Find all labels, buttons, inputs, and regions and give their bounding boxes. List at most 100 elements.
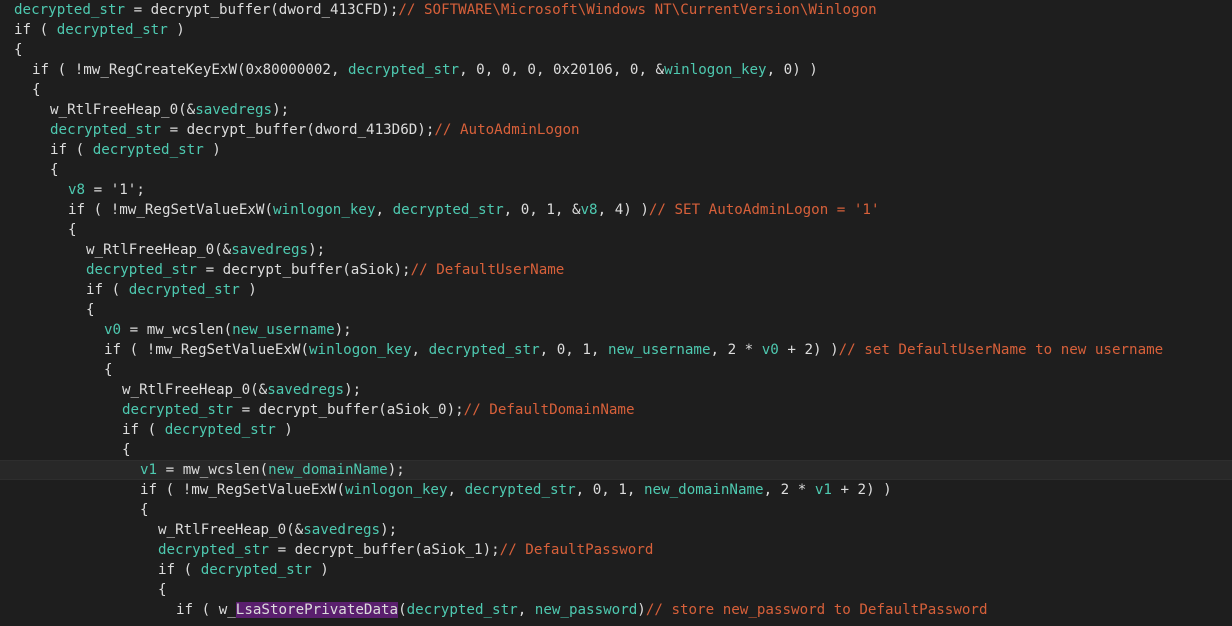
code-identifier: decrypted_str [92, 142, 204, 158]
code-editor[interactable]: decrypted_str = decrypt_buffer(dword_413… [0, 0, 1232, 626]
code-identifier: v1 [814, 482, 832, 498]
code-line[interactable]: if ( !mw_RegSetValueExW(winlogon_key, de… [0, 480, 1232, 500]
code-identifier: decrypted_str [164, 422, 276, 438]
code-identifier: decrypted_str [428, 342, 540, 358]
code-text: { [50, 162, 59, 178]
code-text: ); [344, 382, 362, 398]
code-identifier: decrypted_str [86, 262, 198, 278]
code-identifier: decrypted_str [56, 22, 168, 38]
code-identifier: decrypted_str [14, 2, 126, 18]
code-text: ); [380, 522, 398, 538]
code-line[interactable]: { [0, 160, 1232, 180]
code-text: if ( [158, 562, 201, 578]
code-line[interactable]: v1 = mw_wcslen(new_domainName); [0, 460, 1232, 480]
code-identifier: decrypted_str [200, 562, 312, 578]
code-text: w_RtlFreeHeap_0(& [50, 102, 196, 118]
code-line[interactable]: if ( decrypted_str ) [0, 280, 1232, 300]
code-line[interactable]: if ( !mw_RegSetValueExW(winlogon_key, de… [0, 340, 1232, 360]
code-text: { [140, 502, 149, 518]
code-line[interactable]: if ( !mw_RegCreateKeyExW(0x80000002, dec… [0, 60, 1232, 80]
code-text: , 0, 1, [539, 342, 608, 358]
code-text: ) [239, 282, 257, 298]
code-identifier: decrypted_str [348, 62, 460, 78]
code-text: { [14, 42, 23, 58]
code-text: w_RtlFreeHeap_0(& [122, 382, 268, 398]
code-line[interactable]: if ( decrypted_str ) [0, 560, 1232, 580]
code-text: if ( !mw_RegSetValueExW( [104, 342, 309, 358]
code-identifier: decrypted_str [158, 542, 270, 558]
code-line[interactable]: { [0, 40, 1232, 60]
code-identifier: savedregs [231, 242, 309, 258]
code-text: ( [398, 602, 407, 618]
code-text: + 2) ) [831, 482, 892, 498]
code-line[interactable]: { [0, 80, 1232, 100]
code-text: , [517, 602, 535, 618]
code-line[interactable]: decrypted_str = decrypt_buffer(aSiok_1);… [0, 540, 1232, 560]
code-line[interactable]: w_RtlFreeHeap_0(&savedregs); [0, 240, 1232, 260]
code-line[interactable]: decrypted_str = decrypt_buffer(aSiok_0);… [0, 400, 1232, 420]
code-text: if ( [86, 282, 129, 298]
code-text: , 0, 1, [575, 482, 644, 498]
code-comment: // DefaultPassword [499, 542, 654, 558]
code-line[interactable]: { [0, 220, 1232, 240]
code-line[interactable]: { [0, 360, 1232, 380]
code-line[interactable]: { [0, 580, 1232, 600]
code-text: if ( !mw_RegSetValueExW( [68, 202, 273, 218]
code-identifier: v8 [68, 182, 86, 198]
code-text: , [447, 482, 465, 498]
code-line[interactable]: v0 = mw_wcslen(new_username); [0, 320, 1232, 340]
code-comment: // SET AutoAdminLogon = '1' [648, 202, 880, 218]
code-text: if ( w_ [176, 602, 236, 618]
code-line[interactable]: if ( w_LsaStorePrivateData(decrypted_str… [0, 600, 1232, 620]
code-line[interactable]: if ( decrypted_str ) [0, 20, 1232, 40]
code-identifier: new_domainName [643, 482, 764, 498]
code-line[interactable]: decrypted_str = decrypt_buffer(aSiok);//… [0, 260, 1232, 280]
code-text: if ( [122, 422, 165, 438]
code-line[interactable]: w_RtlFreeHeap_0(&savedregs); [0, 100, 1232, 120]
code-text: , 2 * [763, 482, 815, 498]
code-line[interactable]: if ( decrypted_str ) [0, 420, 1232, 440]
code-identifier: decrypted_str [122, 402, 234, 418]
code-text: , 2 * [710, 342, 762, 358]
code-identifier: v1 [140, 462, 158, 478]
code-text: if ( [14, 22, 57, 38]
code-text: = decrypt_buffer(aSiok); [197, 262, 411, 278]
code-line[interactable]: { [0, 500, 1232, 520]
code-identifier: v8 [580, 202, 598, 218]
code-text: , [411, 342, 429, 358]
code-line[interactable]: v8 = '1'; [0, 180, 1232, 200]
code-text: { [32, 82, 41, 98]
code-identifier: winlogon_key [309, 342, 412, 358]
code-line[interactable]: w_RtlFreeHeap_0(&savedregs); [0, 380, 1232, 400]
code-text: if ( !mw_RegSetValueExW( [140, 482, 345, 498]
code-text: ); [272, 102, 290, 118]
code-line[interactable]: { [0, 440, 1232, 460]
code-text: ); [334, 322, 352, 338]
code-line[interactable]: if ( decrypted_str ) [0, 140, 1232, 160]
highlighted-identifier: LsaStorePrivateData [235, 602, 399, 618]
code-comment: // SOFTWARE\Microsoft\Windows NT\Current… [398, 2, 877, 18]
code-identifier: decrypted_str [464, 482, 576, 498]
code-text: ) [203, 142, 221, 158]
code-text: ) [275, 422, 293, 438]
code-line[interactable]: { [0, 300, 1232, 320]
code-line[interactable]: if ( !mw_RegSetValueExW(winlogon_key, de… [0, 200, 1232, 220]
code-text: , [375, 202, 393, 218]
code-line[interactable]: w_RtlFreeHeap_0(&savedregs); [0, 520, 1232, 540]
code-identifier: winlogon_key [345, 482, 448, 498]
code-line[interactable]: decrypted_str = decrypt_buffer(dword_413… [0, 120, 1232, 140]
code-comment: // AutoAdminLogon [434, 122, 580, 138]
code-text: = '1'; [85, 182, 145, 198]
code-text: , 4) ) [597, 202, 649, 218]
code-line[interactable]: decrypted_str = decrypt_buffer(dword_413… [0, 0, 1232, 20]
code-text: ); [308, 242, 326, 258]
code-identifier: winlogon_key [273, 202, 376, 218]
code-identifier: decrypted_str [406, 602, 518, 618]
code-comment: // DefaultUserName [410, 262, 565, 278]
code-identifier: decrypted_str [128, 282, 240, 298]
code-text: { [68, 222, 77, 238]
code-identifier: new_username [232, 322, 335, 338]
code-identifier: savedregs [267, 382, 345, 398]
code-text: { [104, 362, 113, 378]
code-text: + 2) ) [778, 342, 839, 358]
